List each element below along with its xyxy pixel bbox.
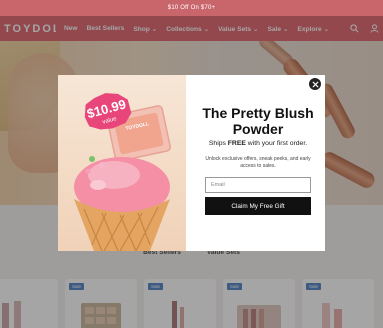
promo-modal: TOYDOLL $10.99 value The Pretty Blush Po…: [58, 75, 325, 251]
email-field[interactable]: [205, 177, 311, 193]
subtitle-suffix: with your first order.: [245, 140, 308, 147]
claim-gift-button[interactable]: Claim My Free Gift: [205, 197, 311, 215]
close-icon: [311, 80, 319, 88]
modal-content: The Pretty Blush Powder Ships FREE with …: [196, 105, 320, 215]
promo-image: TOYDOLL $10.99 value: [58, 75, 186, 251]
announcement-bar[interactable]: $10 Off On $70+: [0, 0, 383, 16]
subtitle-prefix: Ships: [208, 140, 228, 147]
modal-title: The Pretty Blush Powder: [202, 105, 314, 137]
modal-description: Unlock exclusive offers, sneak peeks, an…: [205, 156, 311, 169]
close-button[interactable]: [308, 77, 322, 91]
blush-icecream-illustration: TOYDOLL $10.99 value: [74, 93, 171, 251]
modal-subtitle: Ships FREE with your first order.: [196, 140, 320, 147]
subtitle-free: FREE: [227, 140, 246, 147]
